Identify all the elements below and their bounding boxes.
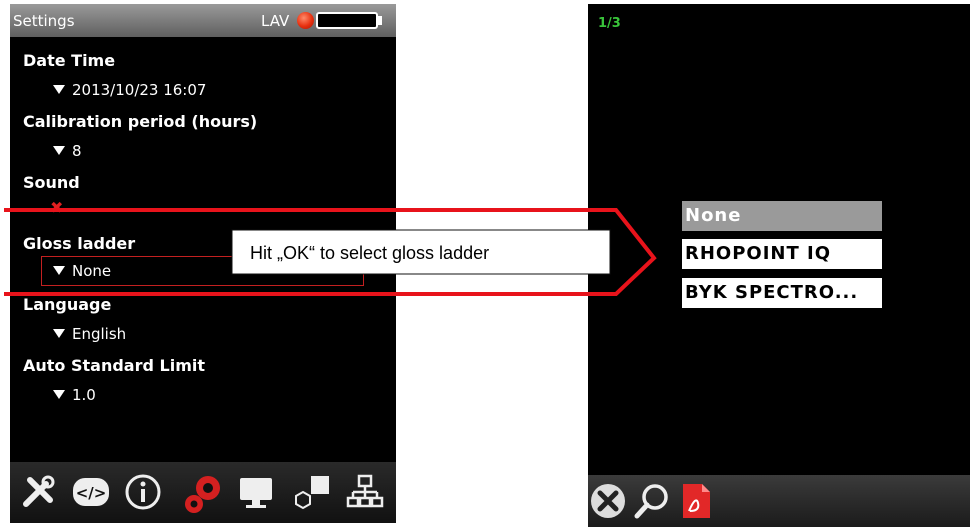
callout-text: Hit „OK“ to select gloss ladder (250, 243, 490, 263)
